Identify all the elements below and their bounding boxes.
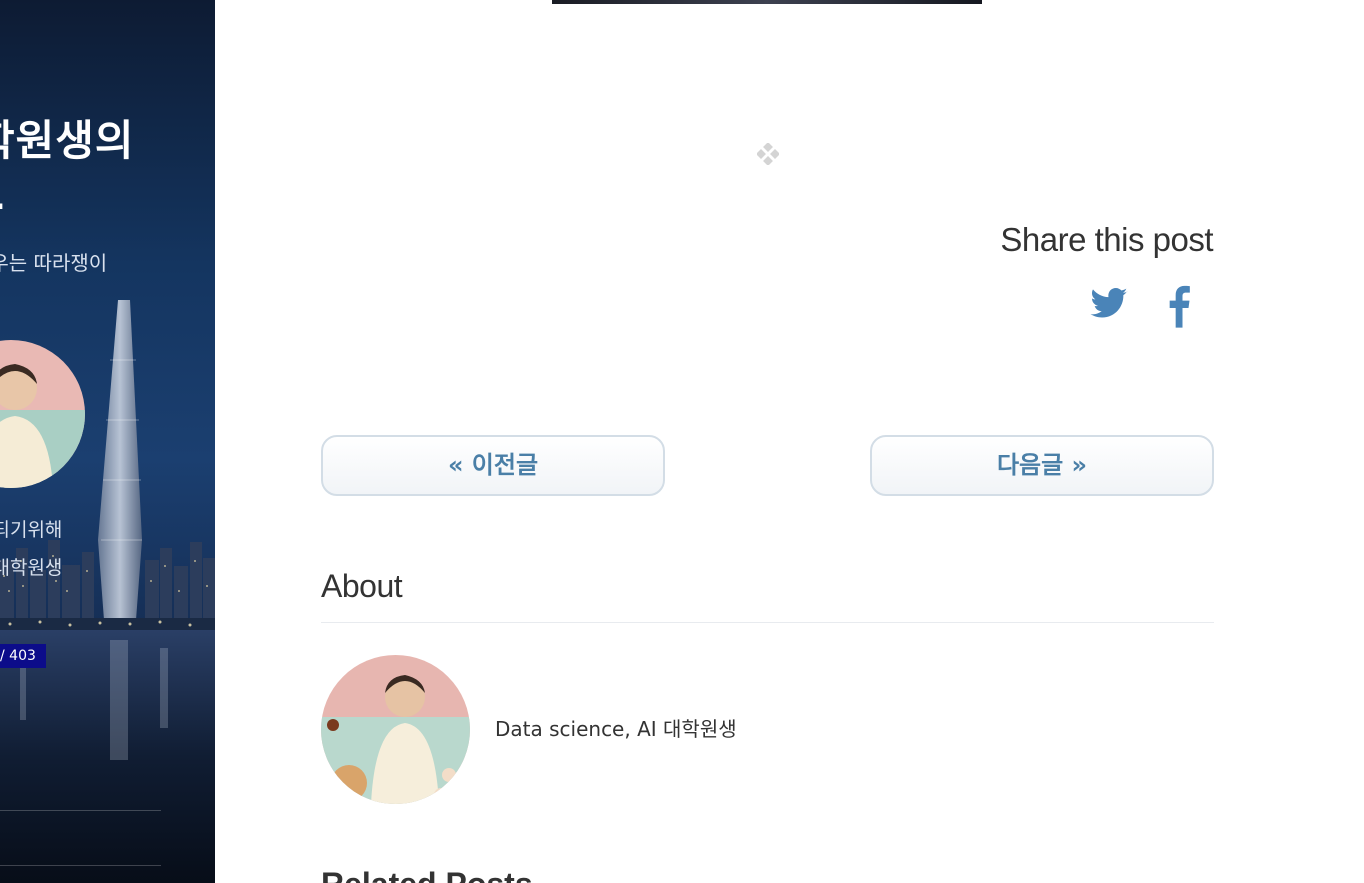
twitter-icon <box>1090 288 1128 318</box>
previous-post-button[interactable]: « 이전글 <box>321 435 665 496</box>
sidebar-bio: 문가가 되기위해 공지능 대학원생 <box>0 511 62 587</box>
about-heading: About <box>321 568 403 604</box>
sidebar-divider <box>0 810 161 811</box>
blog-title-line-1: 학원생의 <box>0 116 135 165</box>
next-post-button[interactable]: 다음글 » <box>870 435 1214 496</box>
blog-tagline: 배우는 따라쟁이 <box>0 251 108 275</box>
sidebar: 학원생의 1 배우는 따라쟁이 문가가 되기위해 공지능 대학원생 / 403 <box>0 0 215 883</box>
twitter-share-button[interactable] <box>1089 284 1129 324</box>
about-divider <box>321 622 1214 623</box>
facebook-icon <box>1169 285 1190 328</box>
sidebar-bio-line-2: 공지능 대학원생 <box>0 557 63 579</box>
blog-title-line-2: 1 <box>0 170 6 219</box>
sidebar-divider <box>0 865 161 866</box>
page: 학원생의 1 배우는 따라쟁이 문가가 되기위해 공지능 대학원생 / 403 <box>0 0 1364 883</box>
visitor-counter: / 403 <box>0 644 46 668</box>
post-image-bottom-edge <box>552 0 982 4</box>
sidebar-bio-line-1: 문가가 되기위해 <box>0 519 63 541</box>
related-posts-heading: Related Posts <box>321 863 533 883</box>
blog-title[interactable]: 학원생의 1 <box>0 114 215 222</box>
section-divider-ornament-icon <box>757 143 779 165</box>
facebook-share-button[interactable] <box>1160 284 1200 328</box>
author-photo <box>321 655 470 804</box>
author-avatar <box>321 655 470 804</box>
share-heading: Share this post <box>1000 221 1213 258</box>
author-bio: Data science, AI 대학원생 <box>495 717 737 741</box>
